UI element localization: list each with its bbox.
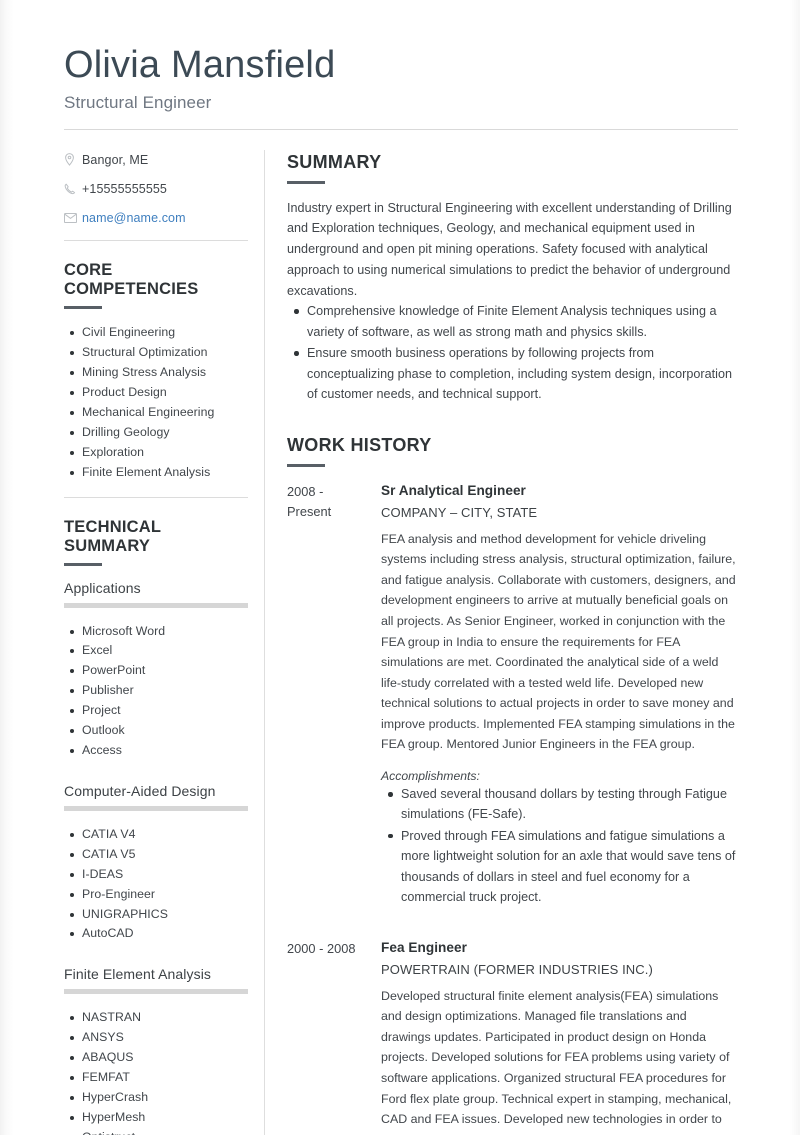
summary-heading: SUMMARY — [287, 151, 382, 172]
resume-header: Olivia Mansfield Structural Engineer — [64, 44, 738, 113]
list-item: Exploration — [70, 443, 248, 463]
main-content: SUMMARY Industry expert in Structural En… — [265, 130, 738, 1135]
list-item: Outlook — [70, 721, 248, 741]
work-history-section: WORK HISTORY 2008 - Present Sr Analytica… — [287, 435, 738, 1135]
job-details: Sr Analytical Engineer COMPANY – CITY, S… — [371, 481, 738, 908]
job-role: Sr Analytical Engineer — [381, 483, 526, 499]
summary-section: SUMMARY Industry expert in Structural En… — [287, 152, 738, 405]
list-item: Project — [70, 701, 248, 721]
job-dates: 2000 - 2008 — [287, 941, 356, 957]
list-item: Optistruct — [82, 1128, 248, 1135]
technical-group-list: NASTRAN ANSYS ABAQUS FEMFAT HyperCrash H… — [64, 1008, 248, 1135]
candidate-name: Olivia Mansfield — [64, 44, 336, 86]
technical-group-label: Applications — [64, 579, 141, 596]
list-item: NASTRAN — [70, 1008, 248, 1028]
core-competencies-heading: CORE COMPETENCIES — [64, 261, 199, 299]
technical-group-label: Finite Element Analysis — [64, 966, 212, 983]
technical-group-applications: Applications Microsoft Word Excel PowerP… — [64, 580, 248, 761]
list-item: ANSYS — [70, 1028, 248, 1048]
list-item: Microsoft Word — [70, 622, 248, 642]
list-item: Saved several thousand dollars by testin… — [388, 784, 738, 825]
summary-bullets: Comprehensive knowledge of Finite Elemen… — [287, 301, 738, 404]
work-history-heading: WORK HISTORY — [287, 435, 432, 456]
contact-location: Bangor, ME — [64, 152, 248, 168]
core-competencies-list: Civil Engineering Structural Optimizatio… — [64, 323, 248, 482]
list-item: Finite Element Analysis — [70, 463, 248, 483]
contact-phone-text: +15555555555 — [82, 181, 167, 196]
resume-page: Olivia Mansfield Structural Engineer Ban… — [0, 0, 800, 1135]
list-item: Mechanical Engineering — [70, 403, 248, 423]
list-item: Civil Engineering — [70, 323, 248, 343]
contact-location-text: Bangor, ME — [82, 152, 149, 167]
list-item: UNIGRAPHICS — [70, 905, 248, 925]
list-item: HyperCrash — [70, 1088, 248, 1108]
technical-group-cad: Computer-Aided Design CATIA V4 CATIA V5 … — [64, 783, 248, 944]
accomplishments-label: Accomplishments: — [381, 769, 480, 784]
job-role: Fea Engineer — [381, 940, 467, 956]
list-item: Drilling Geology — [70, 423, 248, 443]
list-item: Structural Optimization — [70, 343, 248, 363]
list-item: PowerPoint — [70, 661, 248, 681]
list-item: CATIA V4 — [70, 825, 248, 845]
list-item: Ensure smooth business operations by fol… — [294, 343, 738, 404]
list-item: Excel — [70, 641, 248, 661]
list-item: Comprehensive knowledge of Finite Elemen… — [294, 301, 738, 342]
technical-summary-heading: TECHNICAL SUMMARY — [64, 517, 161, 555]
heading-accent-bar — [287, 180, 325, 184]
sidebar-divider-1 — [64, 240, 248, 242]
job-accomplishments: Saved several thousand dollars by testin… — [381, 784, 738, 907]
heading-accent-bar — [64, 562, 102, 566]
list-item: CATIA V5 — [70, 845, 248, 865]
job-dates: 2008 - Present — [287, 484, 332, 519]
resume-body: Bangor, ME +15555555555 name@name.com CO… — [64, 130, 738, 1135]
job-entry: 2000 - 2008 Fea Engineer POWERTRAIN (FOR… — [287, 938, 738, 1135]
phone-icon — [64, 182, 82, 196]
list-item: Proved through FEA simulations and fatig… — [388, 826, 738, 908]
core-competencies-section: CORE COMPETENCIES Civil Engineering Stru… — [64, 261, 248, 482]
job-details: Fea Engineer POWERTRAIN (FORMER INDUSTRI… — [371, 938, 738, 1135]
job-description: Developed structural finite element anal… — [381, 988, 732, 1135]
heading-accent-bar — [64, 306, 102, 310]
list-item: AutoCAD — [70, 924, 248, 944]
technical-summary-section: TECHNICAL SUMMARY Applications Microsoft… — [64, 518, 248, 1135]
candidate-job-title: Structural Engineer — [64, 92, 212, 112]
heading-accent-bar — [287, 464, 325, 468]
list-item: Mining Stress Analysis — [70, 363, 248, 383]
list-item: HyperMesh — [70, 1108, 248, 1128]
group-accent-bar — [64, 602, 248, 608]
group-accent-bar — [64, 805, 248, 811]
summary-paragraph: Industry expert in Structural Engineerin… — [287, 200, 732, 298]
list-item: ABAQUS — [70, 1048, 248, 1068]
list-item: I-DEAS — [70, 865, 248, 885]
list-item: Product Design — [70, 383, 248, 403]
contact-list: Bangor, ME +15555555555 name@name.com — [64, 152, 248, 227]
group-accent-bar — [64, 989, 248, 995]
technical-group-list: CATIA V4 CATIA V5 I-DEAS Pro-Engineer UN… — [64, 825, 248, 944]
contact-phone: +15555555555 — [64, 181, 248, 197]
contact-email[interactable]: name@name.com — [64, 210, 248, 226]
job-entry: 2008 - Present Sr Analytical Engineer CO… — [287, 481, 738, 908]
envelope-icon — [64, 211, 82, 225]
location-pin-icon — [64, 153, 82, 167]
technical-group-label: Computer-Aided Design — [64, 782, 216, 799]
job-company: COMPANY – CITY, STATE — [381, 505, 538, 521]
technical-group-list: Microsoft Word Excel PowerPoint Publishe… — [64, 622, 248, 761]
list-item: Pro-Engineer — [70, 885, 248, 905]
technical-group-fea: Finite Element Analysis NASTRAN ANSYS AB… — [64, 966, 248, 1135]
contact-email-link[interactable]: name@name.com — [82, 210, 186, 226]
job-description: FEA analysis and method development for … — [381, 531, 736, 752]
sidebar-divider-2 — [64, 496, 248, 498]
list-item: Access — [70, 741, 248, 761]
job-company: POWERTRAIN (FORMER INDUSTRIES INC.) — [381, 962, 653, 978]
sidebar: Bangor, ME +15555555555 name@name.com CO… — [64, 130, 264, 1135]
list-item: FEMFAT — [70, 1068, 248, 1088]
list-item: Publisher — [70, 681, 248, 701]
